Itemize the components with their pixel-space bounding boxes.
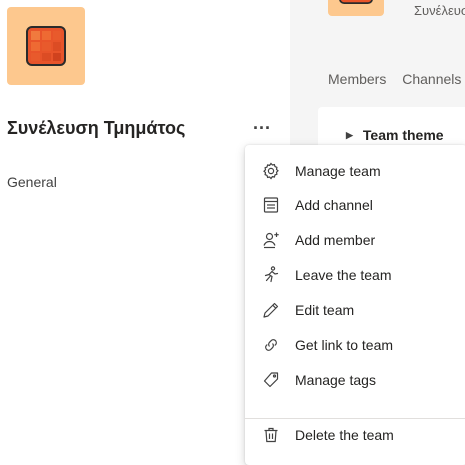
menu-item-label: Delete the team [295, 427, 394, 443]
menu-item-label: Leave the team [295, 267, 392, 283]
menu-item-label: Edit team [295, 302, 355, 318]
menu-item-label: Add channel [295, 197, 373, 213]
menu-item-add-member[interactable]: Add member [245, 223, 465, 257]
channel-list-icon [261, 195, 281, 215]
team-tile-icon [26, 26, 66, 66]
tab-channels[interactable]: Channels [402, 71, 461, 87]
channel-item-general[interactable]: General [7, 174, 57, 190]
menu-item-delete-team[interactable]: Delete the team [245, 418, 465, 452]
menu-item-get-link[interactable]: Get link to team [245, 328, 465, 362]
add-person-icon [261, 230, 281, 250]
team-theme-row[interactable]: ▶ Team theme [346, 127, 444, 143]
team-tile-icon [339, 0, 373, 4]
trash-icon [261, 425, 281, 445]
menu-item-add-channel[interactable]: Add channel [245, 188, 465, 222]
link-icon [261, 335, 281, 355]
menu-item-manage-tags[interactable]: Manage tags [245, 363, 465, 397]
menu-item-manage-team[interactable]: Manage team [245, 154, 465, 188]
menu-item-label: Add member [295, 232, 376, 248]
team-context-menu: Manage team Add channel Add member Leave… [245, 145, 465, 465]
menu-item-leave-team[interactable]: Leave the team [245, 258, 465, 292]
caret-right-icon: ▶ [346, 130, 353, 140]
menu-item-edit-team[interactable]: Edit team [245, 293, 465, 327]
menu-item-label: Manage tags [295, 372, 376, 388]
menu-item-label: Get link to team [295, 337, 394, 353]
tag-icon [261, 370, 281, 390]
leave-icon [261, 265, 281, 285]
team-theme-label: Team theme [362, 127, 444, 143]
header-team-name: Συνέλευση Τμημάτος [414, 3, 465, 18]
gear-icon [261, 161, 281, 181]
tab-bar: Members Channels [328, 71, 465, 87]
team-avatar-small [328, 0, 384, 16]
tab-members[interactable]: Members [328, 71, 386, 87]
pencil-icon [261, 300, 281, 320]
team-avatar [7, 7, 85, 85]
menu-item-label: Manage team [295, 163, 381, 179]
more-options-button[interactable]: ... [250, 114, 274, 138]
team-name: Συνέλευση Τμημάτος [7, 118, 186, 138]
